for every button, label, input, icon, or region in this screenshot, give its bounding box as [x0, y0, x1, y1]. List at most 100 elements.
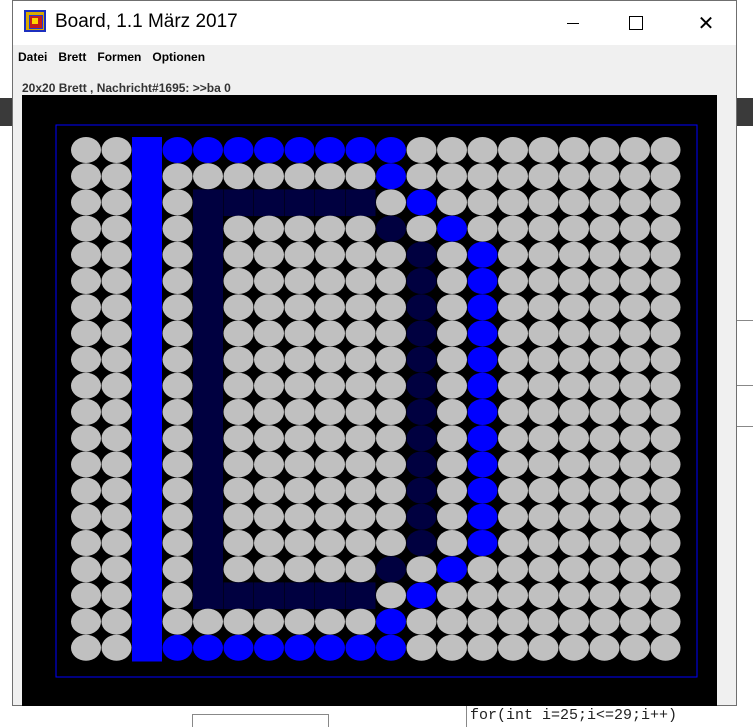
board-cell-r2-c17[interactable] [589, 189, 620, 216]
board-cell-r19-c9[interactable] [345, 634, 376, 661]
board-cell-r13-c16[interactable] [559, 477, 589, 504]
board-cell-r9-c13[interactable] [467, 372, 498, 399]
board-cell-r10-c16[interactable] [559, 399, 589, 425]
board-cell-r16-c2[interactable] [132, 556, 162, 583]
board-cell-r14-c8[interactable] [315, 503, 345, 530]
board-cell-r18-c7[interactable] [284, 608, 315, 635]
board-cell-r6-c10[interactable] [376, 294, 406, 321]
board-cell-r13-c1[interactable] [101, 477, 132, 504]
board-cell-r18-c13[interactable] [467, 608, 498, 635]
board-cell-r10-c9[interactable] [345, 399, 376, 425]
board-cell-r0-c2[interactable] [132, 137, 162, 164]
board-cell-r14-c1[interactable] [101, 503, 132, 530]
board-cell-r6-c2[interactable] [132, 294, 162, 321]
board-cell-r4-c16[interactable] [559, 241, 589, 268]
board-cell-r5-c11[interactable] [406, 268, 437, 294]
board-cell-r3-c2[interactable] [132, 215, 162, 243]
board-cell-r14-c17[interactable] [589, 503, 620, 530]
board-cell-r7-c8[interactable] [315, 320, 345, 347]
board-cell-r16-c13[interactable] [467, 556, 498, 583]
board-cell-r13-c19[interactable] [650, 477, 681, 504]
board-cell-r15-c12[interactable] [437, 530, 467, 556]
board-cell-r2-c7[interactable] [284, 189, 315, 217]
board-cell-r17-c3[interactable] [162, 582, 193, 609]
board-cell-r17-c1[interactable] [101, 582, 132, 609]
board-cell-r13-c12[interactable] [437, 477, 467, 504]
board-cell-r6-c7[interactable] [284, 294, 315, 321]
menu-optionen[interactable]: Optionen [147, 50, 211, 64]
board-cell-r16-c14[interactable] [498, 556, 528, 583]
board-cell-r9-c1[interactable] [101, 372, 132, 399]
board-cell-r1-c2[interactable] [132, 163, 162, 190]
board-cell-r0-c18[interactable] [620, 137, 650, 163]
board-cell-r10-c18[interactable] [620, 399, 650, 425]
board-cell-r19-c10[interactable] [376, 634, 406, 661]
board-cell-r13-c17[interactable] [589, 477, 620, 504]
board-cell-r3-c17[interactable] [589, 215, 620, 242]
board-cell-r17-c16[interactable] [559, 582, 589, 609]
board-cell-r17-c13[interactable] [467, 582, 498, 609]
board-cell-r17-c9[interactable] [345, 582, 376, 610]
board-cell-r10-c4[interactable] [193, 399, 223, 426]
board-cell-r17-c7[interactable] [284, 582, 315, 610]
board-cell-r2-c18[interactable] [620, 189, 650, 216]
board-cell-r15-c10[interactable] [376, 530, 406, 556]
board-cell-r11-c6[interactable] [254, 425, 284, 452]
board-cell-r19-c2[interactable] [132, 634, 162, 662]
board-cell-r1-c12[interactable] [437, 163, 467, 190]
board-cell-r0-c3[interactable] [162, 137, 193, 163]
board-cell-r16-c0[interactable] [71, 556, 101, 583]
board-cell-r6-c11[interactable] [406, 294, 437, 321]
board-cell-r3-c10[interactable] [376, 215, 406, 242]
board-cell-r9-c0[interactable] [71, 372, 101, 399]
board-cell-r13-c2[interactable] [132, 477, 162, 505]
board-cell-r12-c11[interactable] [406, 451, 437, 478]
board-cell-r17-c17[interactable] [589, 582, 620, 609]
board-cell-r11-c0[interactable] [71, 425, 101, 452]
board-cell-r4-c17[interactable] [589, 241, 620, 268]
board-cell-r15-c15[interactable] [528, 530, 559, 556]
board-cell-r15-c7[interactable] [284, 530, 315, 556]
board-cell-r14-c16[interactable] [559, 503, 589, 530]
board-cell-r4-c4[interactable] [193, 241, 223, 269]
board-cell-r9-c7[interactable] [284, 372, 315, 399]
board-cell-r16-c7[interactable] [284, 556, 315, 583]
board-cell-r2-c14[interactable] [498, 189, 528, 216]
board-cell-r3-c1[interactable] [101, 215, 132, 242]
board-cell-r1-c17[interactable] [589, 163, 620, 190]
board-cell-r3-c8[interactable] [315, 215, 345, 242]
board-cell-r2-c10[interactable] [376, 189, 406, 216]
board-cell-r2-c9[interactable] [345, 189, 376, 217]
board-cell-r15-c17[interactable] [589, 530, 620, 556]
board-cell-r5-c12[interactable] [437, 268, 467, 294]
board-cell-r14-c5[interactable] [223, 503, 254, 530]
board-cell-r9-c6[interactable] [254, 372, 284, 399]
board-cell-r19-c8[interactable] [315, 634, 345, 661]
board-cell-r5-c10[interactable] [376, 268, 406, 294]
board-cell-r16-c6[interactable] [254, 556, 284, 583]
board-cell-r3-c4[interactable] [193, 215, 223, 243]
board-cell-r14-c2[interactable] [132, 503, 162, 531]
board-cell-r10-c17[interactable] [589, 399, 620, 425]
board-cell-r13-c5[interactable] [223, 477, 254, 504]
board-cell-r9-c4[interactable] [193, 372, 223, 400]
board-cell-r13-c15[interactable] [528, 477, 559, 504]
board-cell-r6-c16[interactable] [559, 294, 589, 321]
board-cell-r6-c17[interactable] [589, 294, 620, 321]
board-cell-r15-c2[interactable] [132, 530, 162, 557]
board-cell-r17-c4[interactable] [193, 582, 223, 610]
board-cell-r9-c18[interactable] [620, 372, 650, 399]
board-cell-r10-c13[interactable] [467, 399, 498, 425]
board-cell-r6-c0[interactable] [71, 294, 101, 321]
menu-brett[interactable]: Brett [53, 50, 92, 64]
board-cell-r5-c15[interactable] [528, 268, 559, 294]
board-cell-r18-c3[interactable] [162, 608, 193, 635]
board-cell-r2-c6[interactable] [254, 189, 284, 217]
board-cell-r10-c0[interactable] [71, 399, 101, 425]
board-cell-r16-c15[interactable] [528, 556, 559, 583]
board-cell-r2-c1[interactable] [101, 189, 132, 216]
board-cell-r5-c18[interactable] [620, 268, 650, 294]
board-cell-r8-c14[interactable] [498, 346, 528, 373]
board-cell-r7-c0[interactable] [71, 320, 101, 347]
board-cell-r8-c12[interactable] [437, 346, 467, 373]
